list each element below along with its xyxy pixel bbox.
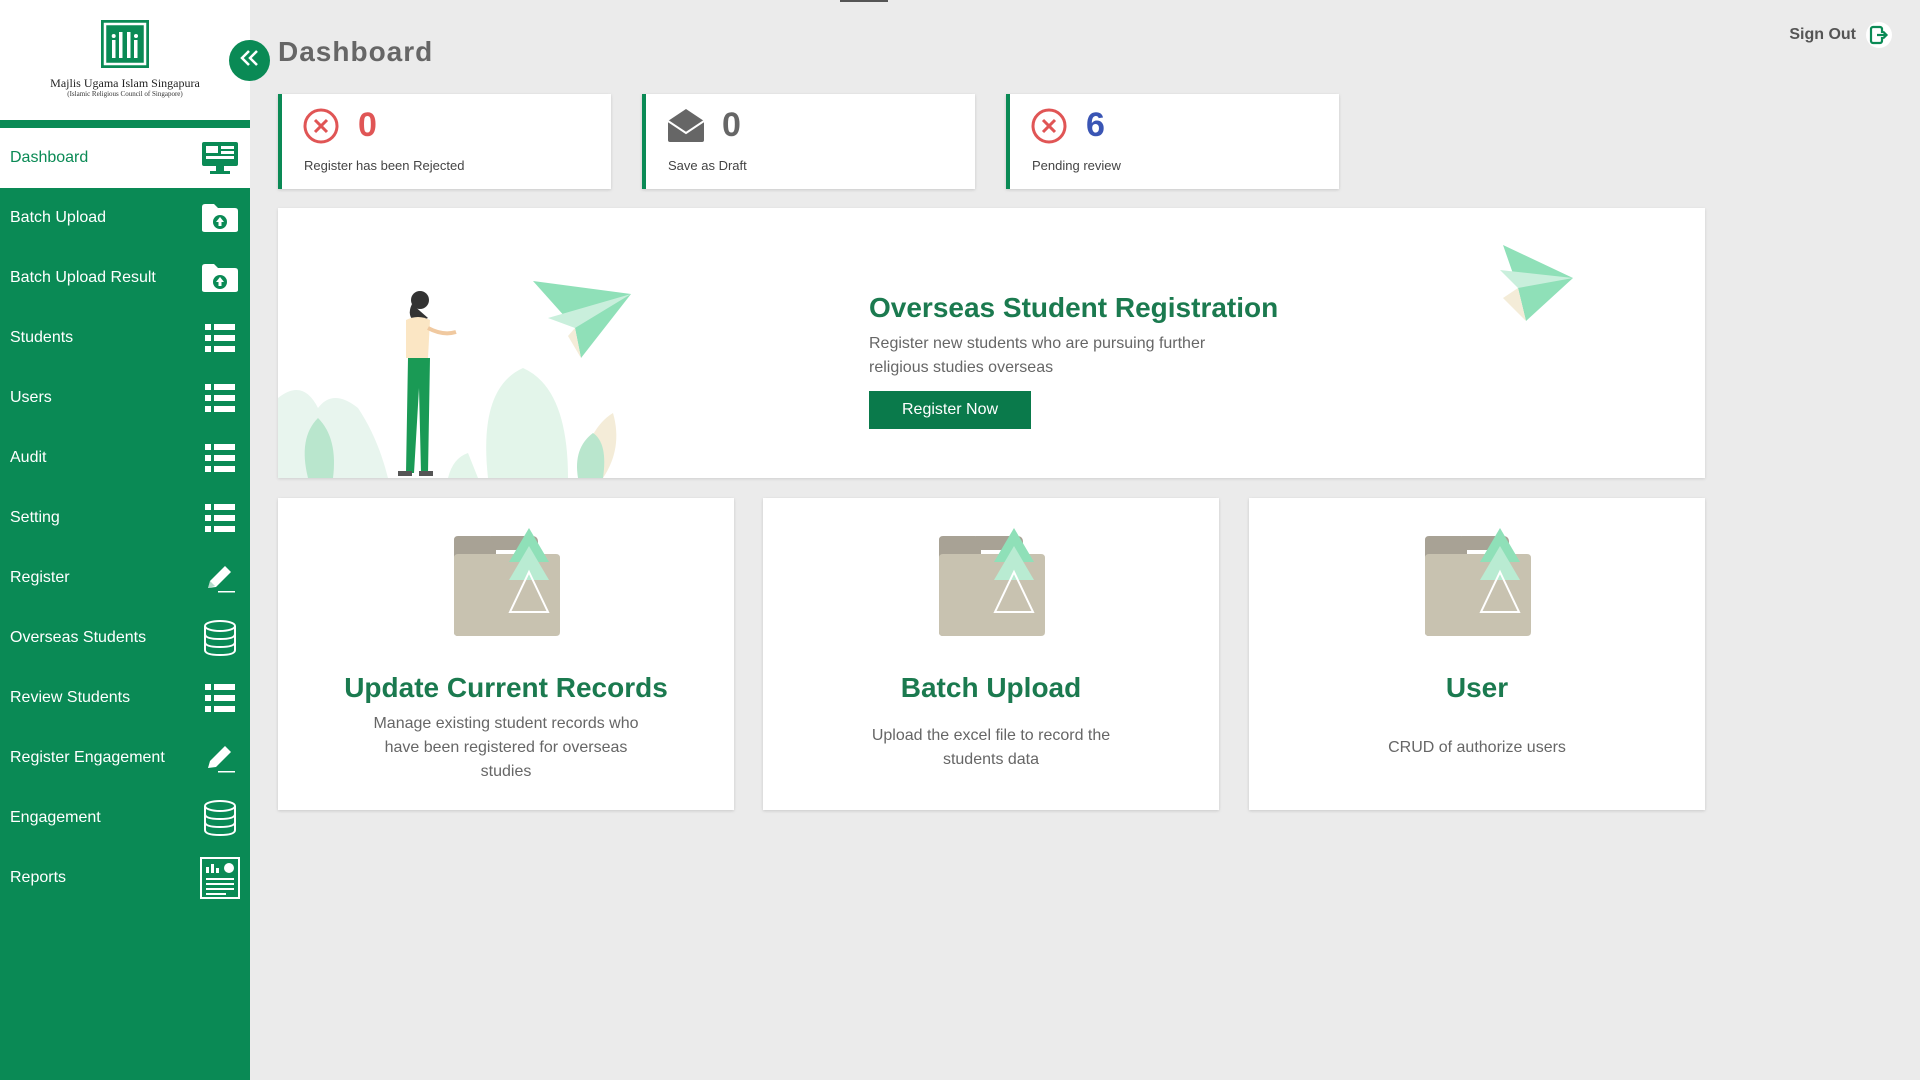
- sidebar-item-register[interactable]: Register: [0, 548, 250, 608]
- sidebar-item-label: Engagement: [10, 809, 101, 826]
- logout-icon: [1866, 22, 1892, 48]
- sidebar-item-review-students[interactable]: Review Students: [0, 668, 250, 728]
- sidebar-item-batch-upload[interactable]: Batch Upload: [0, 188, 250, 248]
- sidebar-item-users[interactable]: Users: [0, 368, 250, 428]
- card-description: CRUD of authorize users: [1388, 739, 1566, 756]
- sidebar-item-register-engagement[interactable]: Register Engagement: [0, 728, 250, 788]
- rejected-count: 0: [358, 106, 377, 144]
- sidebar-item-engagement[interactable]: Engagement: [0, 788, 250, 848]
- batch-upload-card[interactable]: Batch Upload Upload the excel file to re…: [763, 498, 1219, 810]
- x-circle-icon: [302, 107, 340, 145]
- folder-upload-icon: [937, 528, 1047, 643]
- list-icon: [200, 319, 240, 357]
- stat-card-rejected[interactable]: 0 Register has been Rejected: [278, 94, 611, 189]
- sidebar-item-dashboard[interactable]: Dashboard: [0, 128, 250, 188]
- registration-banner: Overseas Student Registration Register n…: [278, 208, 1705, 478]
- sidebar: Majlis Ugama Islam Singapura (Islamic Re…: [0, 0, 250, 1080]
- banner-title: Overseas Student Registration: [869, 292, 1279, 323]
- stat-card-pending[interactable]: 6 Pending review: [1006, 94, 1339, 189]
- sidebar-item-audit[interactable]: Audit: [0, 428, 250, 488]
- double-chevron-left-icon: [239, 49, 261, 72]
- sidebar-item-label: Users: [10, 389, 52, 406]
- folder-upload-icon: [200, 199, 240, 237]
- x-circle-icon: [1030, 107, 1068, 145]
- sidebar-nav: Dashboard Batch Upload Batch Upload Resu…: [0, 128, 250, 908]
- page-title: Dashboard: [278, 36, 434, 67]
- update-records-card[interactable]: Update Current Records Manage existing s…: [278, 498, 734, 810]
- card-description: Upload the excel file to record the stud…: [871, 727, 1111, 768]
- register-now-button[interactable]: Register Now: [869, 391, 1031, 429]
- logo-name: Majlis Ugama Islam Singapura: [50, 76, 200, 90]
- sidebar-item-label: Setting: [10, 509, 60, 526]
- sidebar-item-overseas-students[interactable]: Overseas Students: [0, 608, 250, 668]
- sidebar-item-label: Audit: [10, 449, 47, 466]
- logo-divider: [0, 120, 250, 128]
- database-icon: [200, 799, 240, 837]
- sidebar-item-label: Overseas Students: [10, 629, 147, 646]
- sidebar-item-label: Register Engagement: [10, 749, 165, 766]
- pencil-icon: [200, 559, 240, 597]
- database-icon: [200, 619, 240, 657]
- muis-logo-icon: [101, 20, 149, 68]
- logo-subtitle: (Islamic Religious Council of Singapore): [67, 90, 183, 98]
- top-indicator: [840, 0, 888, 2]
- list-icon: [200, 379, 240, 417]
- list-icon: [200, 679, 240, 717]
- sidebar-item-label: Review Students: [10, 689, 131, 706]
- draft-count: 0: [722, 106, 741, 144]
- logo: Majlis Ugama Islam Singapura (Islamic Re…: [0, 0, 250, 120]
- sign-out-button[interactable]: Sign Out: [1789, 22, 1892, 48]
- stat-card-draft[interactable]: 0 Save as Draft: [642, 94, 975, 189]
- sidebar-item-label: Dashboard: [10, 149, 89, 166]
- draft-label: Save as Draft: [668, 158, 747, 173]
- monitor-icon: [200, 139, 240, 177]
- sidebar-item-label: Register: [10, 569, 70, 586]
- sidebar-item-students[interactable]: Students: [0, 308, 250, 368]
- sidebar-item-label: Batch Upload: [10, 209, 107, 226]
- list-icon: [200, 439, 240, 477]
- card-title: Update Current Records: [344, 672, 668, 703]
- user-card[interactable]: User CRUD of authorize users: [1249, 498, 1705, 810]
- sidebar-item-label: Reports: [10, 869, 67, 886]
- folder-upload-icon: [452, 528, 562, 643]
- pending-label: Pending review: [1032, 158, 1121, 173]
- pencil-icon: [200, 739, 240, 777]
- sidebar-item-batch-upload-result[interactable]: Batch Upload Result: [0, 248, 250, 308]
- sidebar-item-label: Batch Upload Result: [10, 269, 156, 286]
- sidebar-item-label: Students: [10, 329, 74, 346]
- folder-upload-icon: [1423, 528, 1533, 643]
- folder-upload-icon: [200, 259, 240, 297]
- sign-out-label: Sign Out: [1789, 26, 1856, 43]
- report-icon: [200, 857, 240, 899]
- collapse-sidebar-button[interactable]: [229, 40, 270, 81]
- sidebar-item-setting[interactable]: Setting: [0, 488, 250, 548]
- pending-count: 6: [1086, 106, 1105, 144]
- card-title: User: [1445, 672, 1509, 703]
- list-icon: [200, 499, 240, 537]
- card-description: Manage existing student records who have…: [373, 715, 639, 780]
- banner-description: Register new students who are pursuing f…: [869, 335, 1206, 376]
- rejected-label: Register has been Rejected: [304, 158, 465, 173]
- sidebar-item-reports[interactable]: Reports: [0, 848, 250, 908]
- card-title: Batch Upload: [900, 672, 1082, 703]
- envelope-open-icon: [666, 107, 705, 145]
